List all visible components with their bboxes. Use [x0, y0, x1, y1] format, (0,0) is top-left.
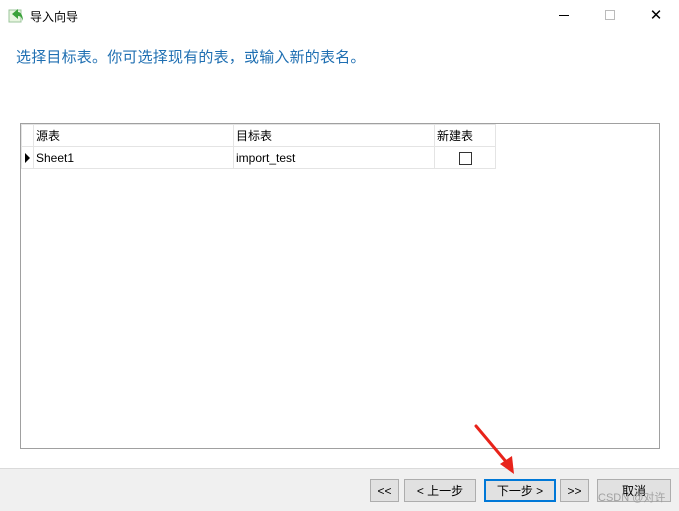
close-icon: ✕ — [649, 7, 663, 24]
new-table-checkbox[interactable] — [458, 151, 472, 165]
import-wizard-icon — [8, 9, 23, 23]
target-table-cell[interactable]: import_test — [233, 146, 435, 169]
row-indicator-header — [21, 124, 34, 147]
close-button[interactable]: ✕ — [633, 0, 679, 30]
current-row-arrow-icon — [25, 152, 30, 163]
title-bar: 导入向导 ✕ — [0, 0, 679, 30]
instruction-text: 选择目标表。你可选择现有的表，或输入新的表名。 — [16, 49, 366, 66]
previous-step-button[interactable]: < 上一步 — [404, 479, 476, 502]
maximize-icon — [605, 10, 615, 20]
annotation-arrow-icon — [474, 424, 514, 474]
maximize-button[interactable] — [587, 0, 633, 30]
header-row: 源表 目标表 新建表 — [21, 124, 496, 147]
source-table-cell[interactable]: Sheet1 — [33, 146, 234, 169]
next-step-button[interactable]: 下一步 > — [484, 479, 556, 502]
watermark: CSDN @对许 — [598, 492, 666, 504]
row-indicator-cell — [21, 146, 34, 169]
minimize-button[interactable] — [541, 0, 587, 30]
new-table-cell[interactable] — [434, 146, 496, 169]
mapping-table: 源表 目标表 新建表 Sheet1 import_test — [21, 124, 496, 169]
window-title: 导入向导 — [30, 10, 79, 24]
column-header-source[interactable]: 源表 — [33, 124, 234, 147]
first-step-button[interactable]: << — [370, 479, 399, 502]
last-step-button[interactable]: >> — [560, 479, 589, 502]
minimize-icon — [559, 14, 569, 16]
table-row[interactable]: Sheet1 import_test — [21, 146, 496, 169]
column-header-new-table[interactable]: 新建表 — [434, 124, 496, 147]
column-header-target[interactable]: 目标表 — [233, 124, 435, 147]
table-mapping-grid: 源表 目标表 新建表 Sheet1 import_test — [20, 123, 660, 449]
